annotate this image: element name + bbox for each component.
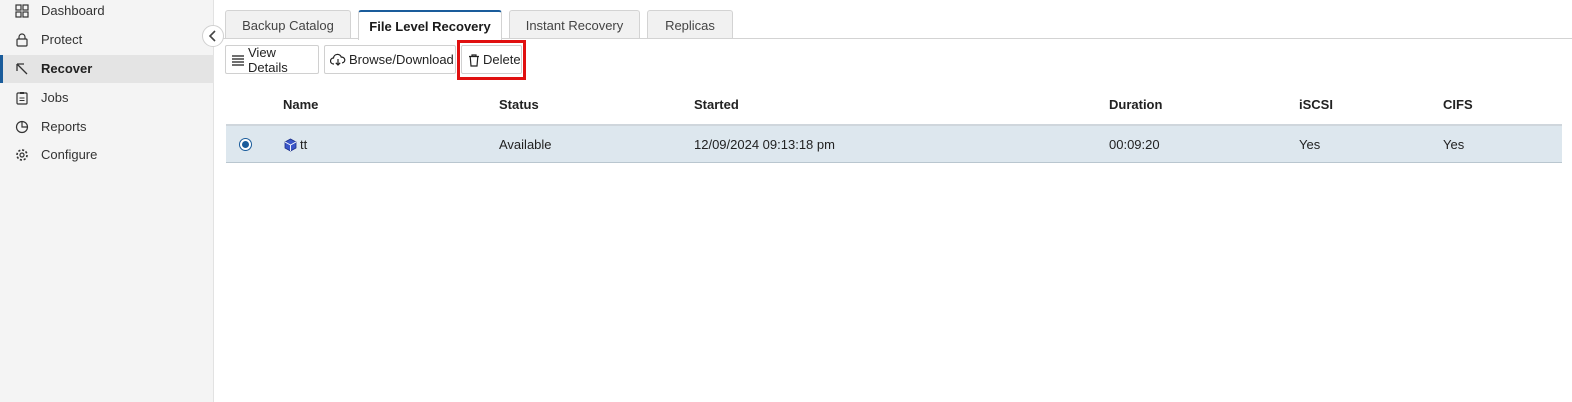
column-header-duration[interactable]: Duration [1109,97,1162,112]
cursor-arrow-icon [16,63,28,75]
delete-label: Delete [483,52,521,67]
cube-icon [284,138,297,152]
clipboard-icon [16,92,28,105]
tab-file-level-recovery[interactable]: File Level Recovery [358,10,502,40]
sidebar-item-dashboard[interactable]: Dashboard [0,0,214,25]
column-header-iscsi[interactable]: iSCSI [1299,97,1333,112]
cloud-download-icon [330,53,346,66]
sidebar-item-label: Reports [41,119,87,134]
cell-status: Available [499,137,552,152]
trash-icon [469,53,479,67]
lock-icon [16,33,28,47]
tab-replicas[interactable]: Replicas [647,10,733,39]
view-details-button[interactable]: View Details [225,44,319,75]
collapse-sidebar-button[interactable] [202,25,224,47]
pie-chart-icon [15,120,29,134]
chevron-left-icon [208,30,216,42]
app-window: Dashboard Protect Recover Jobs Reports C… [0,0,1572,402]
cell-cifs: Yes [1443,137,1465,152]
sidebar-item-label: Dashboard [41,3,105,18]
column-header-started[interactable]: Started [694,97,739,112]
sidebar-item-reports[interactable]: Reports [0,113,214,141]
sidebar-item-label: Configure [41,147,98,162]
cell-name: tt [300,137,308,152]
row-select-radio[interactable] [239,138,252,151]
browse-download-label: Browse/Download [349,52,454,67]
sidebar-item-jobs[interactable]: Jobs [0,84,214,112]
sidebar-item-recover[interactable]: Recover [0,55,214,83]
gear-icon [16,149,28,161]
cell-iscsi: Yes [1299,137,1321,152]
sidebar-item-configure[interactable]: Configure [0,141,214,169]
column-header-name[interactable]: Name [283,97,318,112]
view-details-label: View Details [248,44,288,75]
tab-backup-catalog[interactable]: Backup Catalog [225,10,351,39]
column-header-cifs[interactable]: CIFS [1443,97,1473,112]
sidebar-item-label: Protect [41,32,83,47]
sidebar-item-label: Recover [41,61,93,76]
sidebar-item-label: Jobs [41,90,69,105]
list-icon [232,54,244,66]
tab-instant-recovery[interactable]: Instant Recovery [509,10,640,39]
cell-started: 12/09/2024 09:13:18 pm [694,137,835,152]
grid-icon [15,4,29,18]
sidebar-item-protect[interactable]: Protect [0,26,214,54]
delete-button[interactable]: Delete [461,45,522,74]
cell-duration: 00:09:20 [1109,137,1160,152]
browse-download-button[interactable]: Browse/Download [324,45,456,74]
sidebar: Dashboard Protect Recover Jobs Reports C… [0,0,214,402]
table-row[interactable] [226,126,1562,163]
column-header-status[interactable]: Status [499,97,539,112]
